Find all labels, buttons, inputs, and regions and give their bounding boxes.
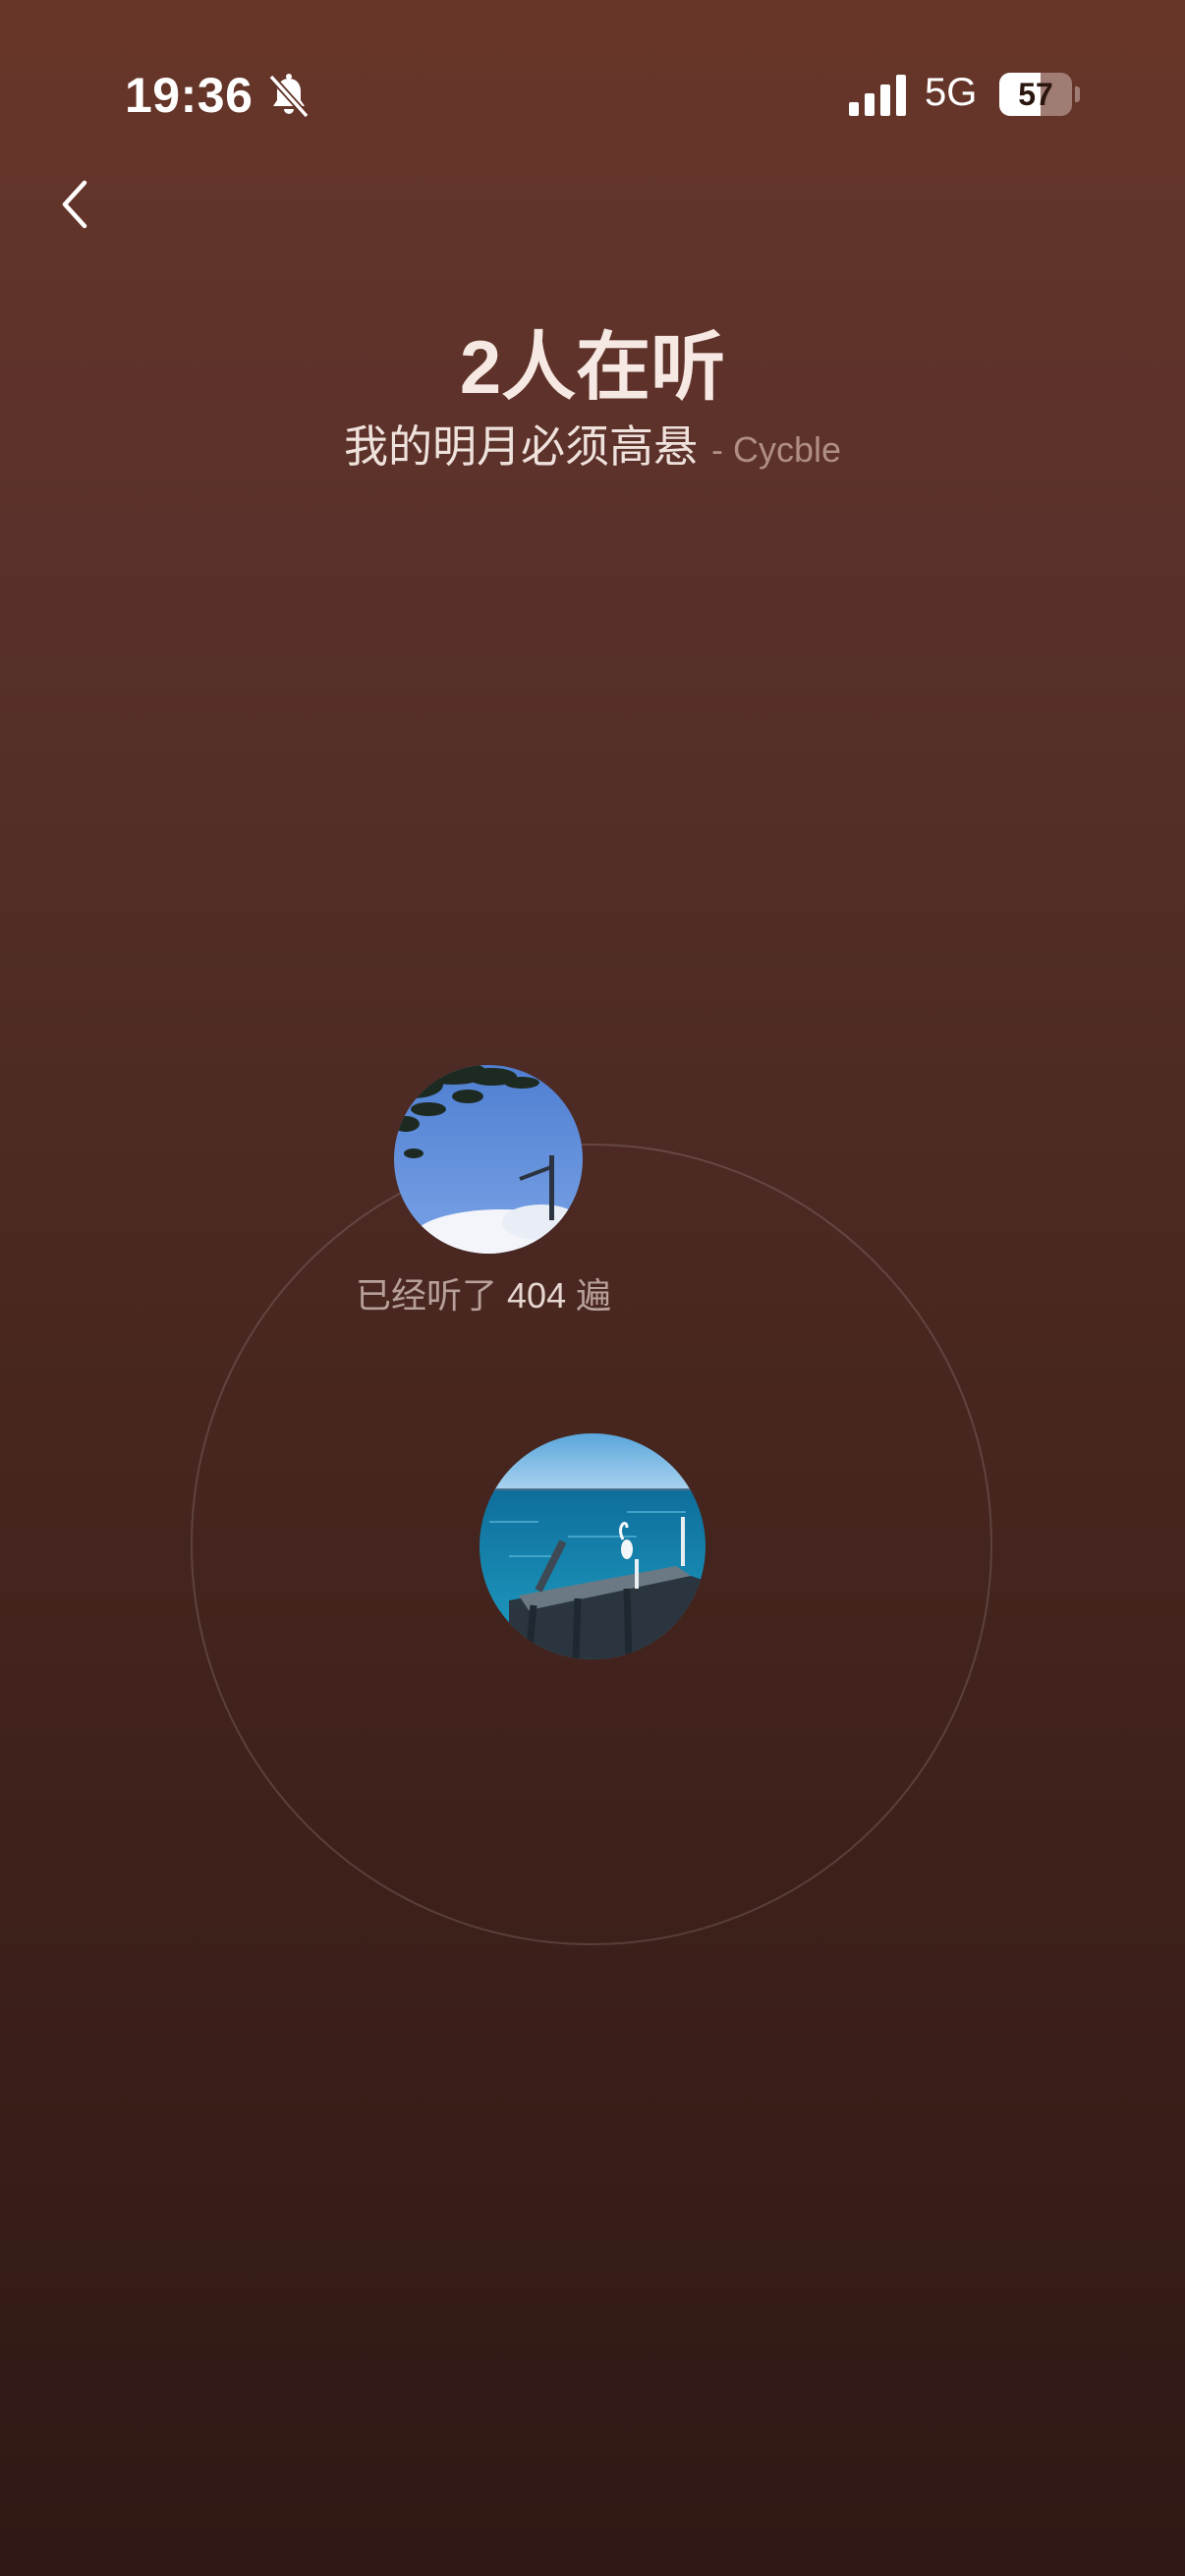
battery-icon: 57	[999, 73, 1081, 116]
listen-count-suffix: 遍	[576, 1275, 612, 1316]
listen-count-value: 404	[507, 1275, 567, 1316]
song-title: 我的明月必须高悬	[343, 421, 698, 472]
listen-count-prefix: 已经听了	[356, 1275, 498, 1316]
song-info: 我的明月必须高悬 - Cycble	[0, 411, 1185, 475]
battery-percent: 57	[1018, 77, 1053, 112]
listener-avatar-1[interactable]	[394, 1065, 583, 1254]
sea-pier-egret-photo	[480, 1433, 705, 1659]
bell-off-icon	[268, 74, 310, 119]
back-button[interactable]	[47, 165, 106, 244]
listen-count-label: 已经听了 404 遍	[356, 1267, 611, 1318]
song-artist: - Cycble	[710, 429, 842, 470]
sky-tree-photo	[394, 1065, 583, 1254]
listener-avatar-2[interactable]	[480, 1433, 705, 1659]
chevron-left-icon	[62, 180, 87, 229]
network-type: 5G	[925, 71, 978, 114]
page-title: 2人在听	[459, 326, 726, 410]
signal-icon	[849, 75, 906, 116]
status-bar: 19:36 5G 57	[0, 0, 1185, 196]
status-time: 19:36	[125, 68, 254, 123]
